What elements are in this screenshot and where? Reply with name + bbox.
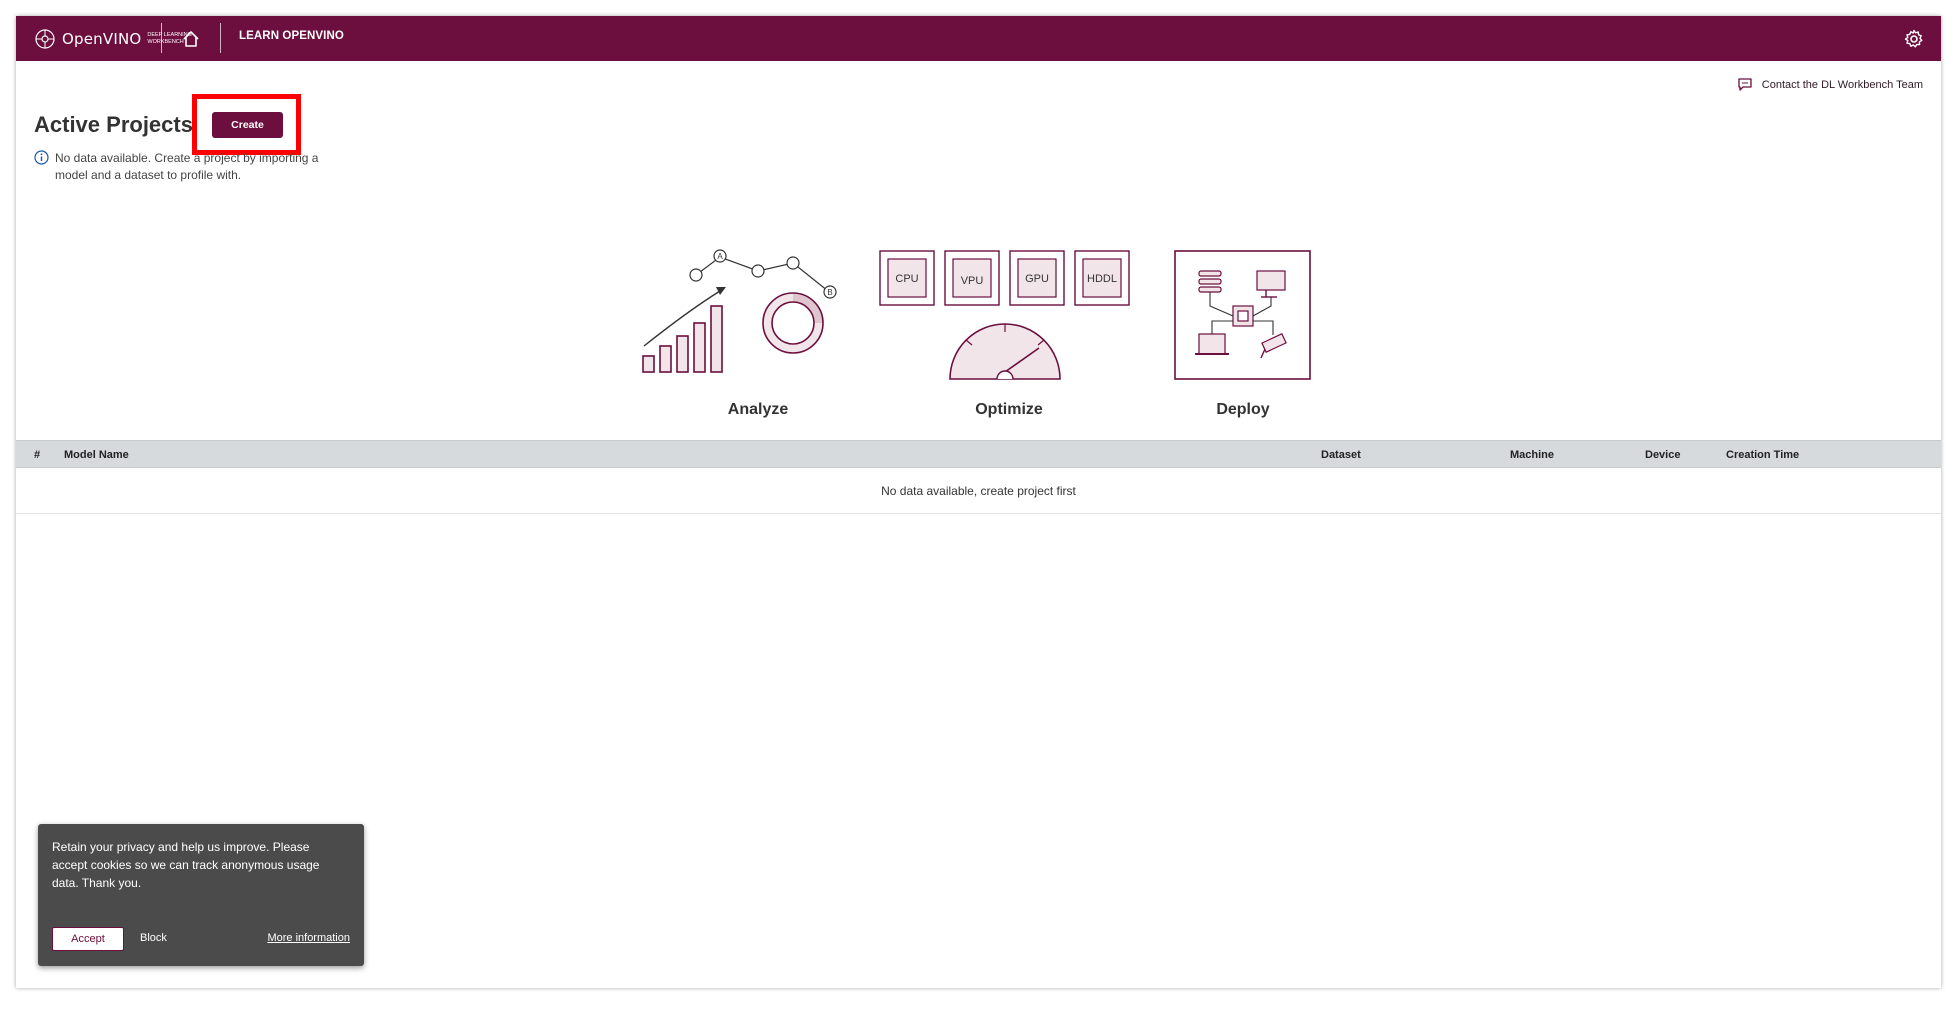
column-header-machine[interactable]: Machine — [1510, 449, 1554, 461]
analyze-illustration: A B — [642, 249, 837, 373]
settings-button[interactable] — [1901, 26, 1927, 52]
deploy-illustration — [1174, 250, 1311, 380]
table-row: No data available, create project first — [16, 468, 1941, 514]
home-icon — [183, 31, 199, 47]
block-cookies-button[interactable]: Block — [140, 932, 167, 944]
header-divider — [220, 23, 221, 53]
no-projects-notice: No data available. Create a project by i… — [34, 150, 335, 184]
openvino-logo-icon — [35, 29, 55, 49]
info-icon — [34, 150, 49, 165]
chip-gpu-label: GPU — [1025, 273, 1049, 285]
app-window: OpenVINO DEEP LEARNING WORKBENCH LEARN O… — [16, 16, 1941, 988]
contact-team-label: Contact the DL Workbench Team — [1761, 78, 1923, 91]
chip-hddl-label: HDDL — [1087, 273, 1117, 285]
page-title: Active Projects — [34, 112, 193, 137]
top-bar: OpenVINO DEEP LEARNING WORKBENCH LEARN O… — [16, 16, 1941, 61]
create-project-button[interactable]: Create — [212, 112, 283, 138]
logo-text: OpenVINO — [62, 30, 142, 48]
header-divider — [161, 23, 162, 53]
accept-cookies-button[interactable]: Accept — [52, 927, 124, 951]
no-projects-text: No data available. Create a project by i… — [55, 151, 319, 182]
empty-table-message: No data available, create project first — [881, 484, 1076, 498]
column-header-dataset[interactable]: Dataset — [1321, 449, 1361, 461]
column-header-creation-time[interactable]: Creation Time — [1726, 449, 1799, 461]
home-button[interactable] — [178, 26, 204, 52]
openvino-logo[interactable]: OpenVINO DEEP LEARNING WORKBENCH — [34, 22, 192, 56]
column-header-model-name[interactable]: Model Name — [64, 449, 129, 461]
more-information-link[interactable]: More information — [267, 932, 350, 944]
contact-team-link[interactable]: Contact the DL Workbench Team — [1738, 78, 1923, 91]
optimize-illustration: CPU VPU GPU HDDL — [879, 250, 1130, 380]
chip-cpu-label: CPU — [895, 273, 918, 285]
feedback-icon — [1738, 78, 1752, 91]
gear-icon — [1904, 29, 1923, 48]
deploy-label: Deploy — [1216, 401, 1270, 418]
cookie-consent-text: Retain your privacy and help us improve.… — [52, 840, 320, 890]
cookie-consent-banner: Retain your privacy and help us improve.… — [38, 824, 364, 966]
marker-b-label: B — [827, 288, 832, 297]
learn-openvino-link[interactable]: LEARN OPENVINO — [239, 30, 344, 42]
projects-table-header: # Model Name Dataset Machine Device Crea… — [16, 440, 1941, 468]
column-header-index[interactable]: # — [34, 449, 40, 461]
chip-vpu-label: VPU — [961, 275, 984, 287]
column-header-device[interactable]: Device — [1645, 449, 1680, 461]
marker-a-label: A — [717, 252, 723, 261]
analyze-label: Analyze — [727, 401, 789, 418]
optimize-label: Optimize — [975, 401, 1043, 418]
